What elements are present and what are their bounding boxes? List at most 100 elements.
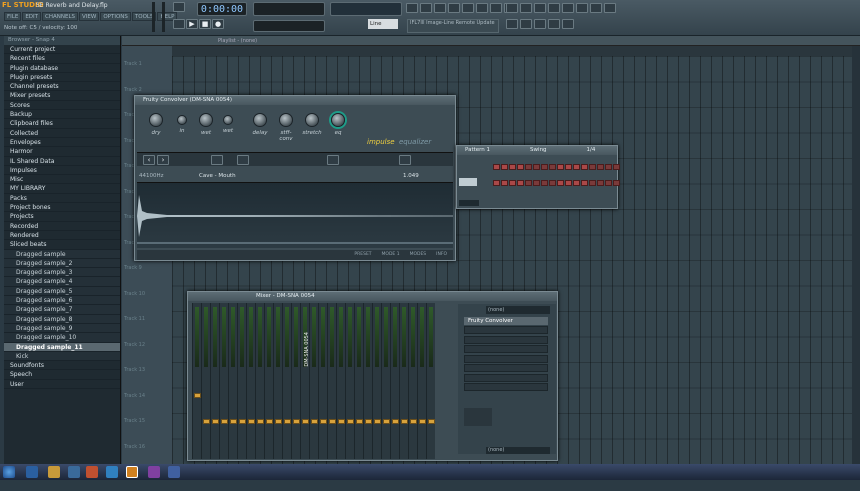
open-impulse-icon[interactable] [211, 155, 223, 165]
playlist-title[interactable]: Playlist - (none) [122, 36, 860, 46]
step-button[interactable] [549, 180, 556, 186]
browser-item[interactable]: Dragged sample_6 [4, 296, 120, 306]
browser-item[interactable]: Dragged sample_10 [4, 333, 120, 343]
mixer-track[interactable] [399, 303, 408, 459]
browser-item[interactable]: Dragged sample_3 [4, 268, 120, 278]
view-browser-icon[interactable] [562, 19, 574, 29]
zoom-icon[interactable] [327, 155, 339, 165]
browser-item[interactable]: Recorded [4, 222, 120, 231]
mixer-track[interactable] [372, 303, 381, 459]
track-label[interactable]: Track 9 [124, 262, 170, 287]
browser-header[interactable]: Browser - Snap 4 [4, 36, 120, 45]
step-button[interactable] [509, 180, 516, 186]
volume-fader[interactable] [410, 419, 417, 424]
ie-icon[interactable] [26, 466, 38, 478]
mixer-track[interactable] [210, 303, 219, 459]
knob-stretch[interactable] [305, 113, 319, 127]
step-button[interactable] [589, 180, 596, 186]
master-pitch-slider[interactable] [162, 2, 165, 32]
stop-button[interactable]: ■ [199, 19, 211, 29]
loop-point-icon[interactable] [399, 155, 411, 165]
mixer-track[interactable] [201, 303, 210, 459]
fx-slot[interactable] [464, 373, 548, 382]
browser-item[interactable]: Dragged sample_7 [4, 305, 120, 315]
volume-fader[interactable] [293, 419, 300, 424]
fl-studio-taskbar-icon[interactable] [126, 466, 138, 478]
knob-eq[interactable] [331, 113, 345, 127]
step-button[interactable] [501, 180, 508, 186]
step-edit-icon[interactable] [562, 3, 574, 13]
step-button[interactable] [525, 180, 532, 186]
browser-item[interactable]: Dragged sample_9 [4, 323, 120, 334]
fx-slot[interactable] [464, 326, 548, 334]
eq-graph[interactable] [464, 408, 492, 426]
mixer-track[interactable] [219, 303, 228, 459]
track-label[interactable]: Track 14 [124, 390, 170, 415]
mixer-track[interactable] [318, 303, 327, 459]
step-button[interactable] [541, 164, 548, 170]
browser-item[interactable]: Collected [4, 129, 120, 138]
tempo-tapper-icon[interactable] [490, 3, 502, 13]
mixer-track[interactable] [390, 303, 399, 459]
metronome-icon[interactable] [506, 3, 518, 13]
browser-item[interactable]: Plugin database [4, 64, 120, 73]
volume-fader[interactable] [311, 419, 318, 424]
app-3-icon[interactable] [168, 466, 180, 478]
volume-fader[interactable] [347, 419, 354, 424]
browser-item[interactable]: Current project [4, 45, 120, 55]
typing-keyboard-icon[interactable] [590, 3, 602, 13]
mixer-track[interactable] [408, 303, 417, 459]
step-button[interactable] [597, 164, 604, 170]
track-label[interactable]: Track 13 [124, 364, 170, 389]
track-label[interactable]: Track 10 [124, 288, 170, 313]
media-icon[interactable] [68, 466, 80, 478]
knob-wet-2[interactable] [223, 115, 233, 125]
snap-mode-select[interactable]: Line [368, 19, 398, 29]
mixer-track[interactable] [327, 303, 336, 459]
browser-item[interactable]: Misc [4, 175, 120, 185]
volume-fader[interactable] [221, 419, 228, 424]
volume-fader[interactable] [257, 419, 264, 424]
step-button[interactable] [541, 180, 548, 186]
step-button[interactable] [589, 164, 596, 170]
mixer-title[interactable]: Mixer - DM-SNA 0054 [188, 292, 557, 301]
tempo-display[interactable] [253, 20, 325, 32]
impulse-waveform[interactable] [137, 182, 453, 248]
convolver-title[interactable]: Fruity Convolver (DM-SNA 0054) [135, 96, 455, 105]
browser-item[interactable]: Project bones [4, 203, 120, 213]
step-button[interactable] [605, 180, 612, 186]
browser-item[interactable]: Impulses [4, 166, 120, 176]
step-button[interactable] [533, 164, 540, 170]
playlist-icon[interactable] [406, 3, 418, 13]
app-icon[interactable] [106, 466, 118, 478]
browser-item[interactable]: IL Shared Data [4, 157, 120, 166]
mixer-track[interactable] [300, 303, 309, 459]
explorer-icon[interactable] [48, 466, 60, 478]
knob-wet[interactable] [199, 113, 213, 127]
volume-fader[interactable] [419, 419, 426, 424]
volume-fader[interactable] [374, 419, 381, 424]
browser-item[interactable]: Backup [4, 110, 120, 120]
volume-fader[interactable] [392, 419, 399, 424]
step-button[interactable] [509, 164, 516, 170]
browser-item[interactable]: Clipboard files [4, 119, 120, 129]
view-playlist-icon[interactable] [506, 19, 518, 29]
browser-item[interactable]: Kick [4, 351, 120, 362]
pattern-selector[interactable] [330, 2, 402, 16]
volume-fader[interactable] [275, 419, 282, 424]
volume-fader[interactable] [365, 419, 372, 424]
mixer-track[interactable] [417, 303, 426, 459]
step-button[interactable] [573, 164, 580, 170]
view-mixer-icon[interactable] [548, 19, 560, 29]
view-piano-icon[interactable] [520, 19, 532, 29]
browser-item[interactable]: Recent files [4, 54, 120, 64]
volume-fader[interactable] [203, 419, 210, 424]
app-2-icon[interactable] [148, 466, 160, 478]
browser-item[interactable]: Speech [4, 370, 120, 380]
knob-stff-conv[interactable] [279, 113, 293, 127]
track-label[interactable]: Track 15 [124, 415, 170, 440]
channel-add[interactable] [459, 200, 479, 206]
browser-item[interactable]: Packs [4, 194, 120, 204]
volume-fader[interactable] [302, 419, 309, 424]
play-button[interactable]: ▶ [186, 19, 198, 29]
